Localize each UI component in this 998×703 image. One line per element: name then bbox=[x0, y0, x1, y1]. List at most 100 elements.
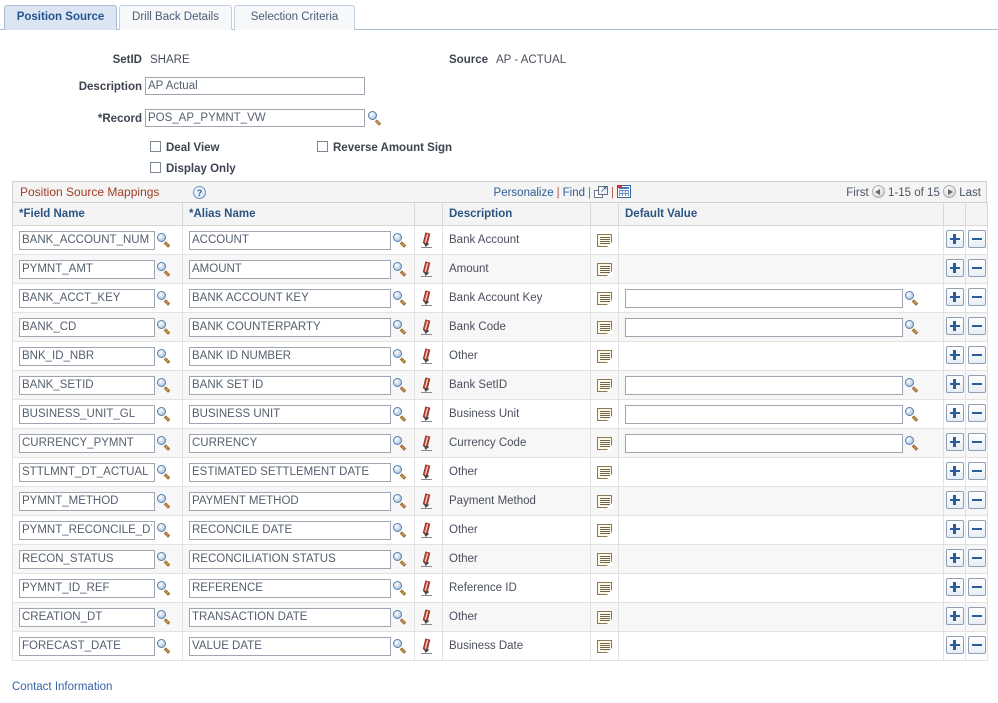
download-spreadsheet-icon[interactable] bbox=[617, 185, 631, 198]
alias-name-input[interactable] bbox=[189, 521, 391, 540]
field-name-lookup-magnifier-icon[interactable] bbox=[157, 494, 172, 509]
field-name-input[interactable] bbox=[19, 521, 155, 540]
checkbox-reverse-amount-sign[interactable]: Reverse Amount Sign bbox=[317, 141, 452, 154]
delete-row-minus-icon[interactable] bbox=[968, 578, 986, 596]
alias-name-input[interactable] bbox=[189, 318, 391, 337]
record-input[interactable] bbox=[145, 109, 365, 127]
alias-name-lookup-magnifier-icon[interactable] bbox=[393, 523, 408, 538]
delete-row-minus-icon[interactable] bbox=[968, 230, 986, 248]
pencil-icon[interactable] bbox=[420, 407, 434, 422]
checkbox-display-only[interactable]: Display Only bbox=[150, 162, 236, 175]
pencil-icon[interactable] bbox=[420, 494, 434, 509]
field-name-lookup-magnifier-icon[interactable] bbox=[157, 407, 172, 422]
contact-information-link[interactable]: Contact Information bbox=[12, 681, 112, 693]
field-name-lookup-magnifier-icon[interactable] bbox=[157, 639, 172, 654]
delete-row-minus-icon[interactable] bbox=[968, 259, 986, 277]
add-row-plus-icon[interactable] bbox=[946, 578, 964, 596]
alias-name-input[interactable] bbox=[189, 231, 391, 250]
alias-name-lookup-magnifier-icon[interactable] bbox=[393, 291, 408, 306]
add-row-plus-icon[interactable] bbox=[946, 462, 964, 480]
notepad-icon[interactable] bbox=[597, 495, 612, 508]
field-name-input[interactable] bbox=[19, 289, 155, 308]
add-row-plus-icon[interactable] bbox=[946, 520, 964, 538]
add-row-plus-icon[interactable] bbox=[946, 259, 964, 277]
alias-name-input[interactable] bbox=[189, 405, 391, 424]
add-row-plus-icon[interactable] bbox=[946, 549, 964, 567]
delete-row-minus-icon[interactable] bbox=[968, 433, 986, 451]
alias-name-lookup-magnifier-icon[interactable] bbox=[393, 436, 408, 451]
notepad-icon[interactable] bbox=[597, 553, 612, 566]
default-value-lookup-magnifier-icon[interactable] bbox=[905, 320, 920, 335]
last-link[interactable]: Last bbox=[959, 187, 981, 199]
notepad-icon[interactable] bbox=[597, 379, 612, 392]
field-name-lookup-magnifier-icon[interactable] bbox=[157, 552, 172, 567]
pencil-icon[interactable] bbox=[420, 436, 434, 451]
notepad-icon[interactable] bbox=[597, 350, 612, 363]
field-name-lookup-magnifier-icon[interactable] bbox=[157, 233, 172, 248]
field-name-input[interactable] bbox=[19, 347, 155, 366]
field-name-input[interactable] bbox=[19, 579, 155, 598]
default-value-input[interactable] bbox=[625, 376, 903, 395]
pencil-icon[interactable] bbox=[420, 291, 434, 306]
field-name-lookup-magnifier-icon[interactable] bbox=[157, 320, 172, 335]
pencil-icon[interactable] bbox=[420, 349, 434, 364]
reverse-amount-sign-checkbox-box[interactable] bbox=[317, 141, 328, 152]
delete-row-minus-icon[interactable] bbox=[968, 346, 986, 364]
alias-name-lookup-magnifier-icon[interactable] bbox=[393, 581, 408, 596]
field-name-lookup-magnifier-icon[interactable] bbox=[157, 349, 172, 364]
record-lookup-magnifier-icon[interactable] bbox=[368, 111, 383, 126]
field-name-lookup-magnifier-icon[interactable] bbox=[157, 581, 172, 596]
add-row-plus-icon[interactable] bbox=[946, 491, 964, 509]
default-value-lookup-magnifier-icon[interactable] bbox=[905, 407, 920, 422]
pencil-icon[interactable] bbox=[420, 639, 434, 654]
alias-name-input[interactable] bbox=[189, 347, 391, 366]
field-name-lookup-magnifier-icon[interactable] bbox=[157, 378, 172, 393]
description-input[interactable] bbox=[145, 77, 365, 95]
add-row-plus-icon[interactable] bbox=[946, 230, 964, 248]
delete-row-minus-icon[interactable] bbox=[968, 317, 986, 335]
first-link[interactable]: First bbox=[846, 187, 868, 199]
default-value-input[interactable] bbox=[625, 434, 903, 453]
delete-row-minus-icon[interactable] bbox=[968, 607, 986, 625]
alias-name-input[interactable] bbox=[189, 550, 391, 569]
pencil-icon[interactable] bbox=[420, 378, 434, 393]
find-link[interactable]: Find bbox=[563, 187, 585, 199]
alias-name-input[interactable] bbox=[189, 434, 391, 453]
delete-row-minus-icon[interactable] bbox=[968, 288, 986, 306]
delete-row-minus-icon[interactable] bbox=[968, 375, 986, 393]
next-arrow-icon[interactable] bbox=[943, 185, 956, 198]
notepad-icon[interactable] bbox=[597, 611, 612, 624]
pencil-icon[interactable] bbox=[420, 233, 434, 248]
alias-name-input[interactable] bbox=[189, 608, 391, 627]
pencil-icon[interactable] bbox=[420, 523, 434, 538]
notepad-icon[interactable] bbox=[597, 408, 612, 421]
field-name-input[interactable] bbox=[19, 260, 155, 279]
default-value-input[interactable] bbox=[625, 405, 903, 424]
field-name-input[interactable] bbox=[19, 550, 155, 569]
add-row-plus-icon[interactable] bbox=[946, 375, 964, 393]
pencil-icon[interactable] bbox=[420, 610, 434, 625]
delete-row-minus-icon[interactable] bbox=[968, 549, 986, 567]
default-value-lookup-magnifier-icon[interactable] bbox=[905, 378, 920, 393]
field-name-lookup-magnifier-icon[interactable] bbox=[157, 262, 172, 277]
add-row-plus-icon[interactable] bbox=[946, 404, 964, 422]
alias-name-lookup-magnifier-icon[interactable] bbox=[393, 378, 408, 393]
deal-view-checkbox-box[interactable] bbox=[150, 141, 161, 152]
alias-name-input[interactable] bbox=[189, 463, 391, 482]
alias-name-lookup-magnifier-icon[interactable] bbox=[393, 465, 408, 480]
add-row-plus-icon[interactable] bbox=[946, 433, 964, 451]
alias-name-lookup-magnifier-icon[interactable] bbox=[393, 639, 408, 654]
alias-name-lookup-magnifier-icon[interactable] bbox=[393, 233, 408, 248]
pencil-icon[interactable] bbox=[420, 465, 434, 480]
field-name-input[interactable] bbox=[19, 376, 155, 395]
field-name-input[interactable] bbox=[19, 231, 155, 250]
previous-arrow-icon[interactable] bbox=[872, 185, 885, 198]
add-row-plus-icon[interactable] bbox=[946, 317, 964, 335]
add-row-plus-icon[interactable] bbox=[946, 636, 964, 654]
alias-name-lookup-magnifier-icon[interactable] bbox=[393, 349, 408, 364]
notepad-icon[interactable] bbox=[597, 263, 612, 276]
pencil-icon[interactable] bbox=[420, 262, 434, 277]
field-name-input[interactable] bbox=[19, 492, 155, 511]
add-row-plus-icon[interactable] bbox=[946, 346, 964, 364]
tab-selection-criteria[interactable]: Selection Criteria bbox=[234, 5, 355, 30]
